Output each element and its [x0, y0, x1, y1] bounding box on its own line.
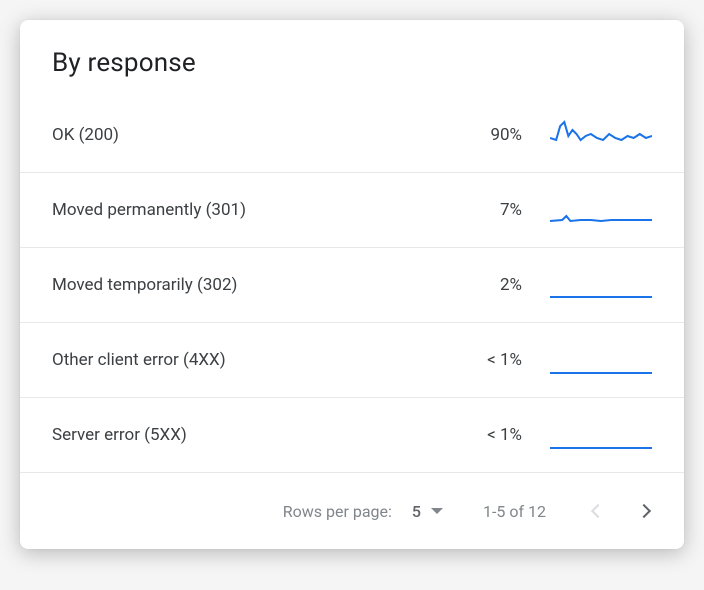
sparkline [550, 420, 652, 450]
row-value: < 1% [442, 425, 522, 445]
chevron-left-icon [591, 504, 605, 518]
row-value: 2% [442, 275, 522, 295]
table-row: Server error (5XX)< 1% [20, 397, 684, 472]
sparkline [550, 345, 652, 375]
row-label: Moved permanently (301) [52, 200, 442, 220]
card-title: By response [52, 48, 652, 78]
table-row: Moved permanently (301)7% [20, 172, 684, 247]
previous-page-button[interactable] [576, 491, 616, 531]
pagination-footer: Rows per page: 5 1-5 of 12 [20, 472, 684, 549]
row-label: Moved temporarily (302) [52, 275, 442, 295]
sparkline [550, 270, 652, 300]
rows-per-page-value: 5 [412, 502, 421, 521]
chevron-right-icon [637, 504, 651, 518]
table-row: Other client error (4XX)< 1% [20, 322, 684, 397]
rows-container: OK (200)90%Moved permanently (301)7%Move… [20, 98, 684, 472]
rows-per-page-select[interactable]: 5 [412, 502, 443, 521]
table-row: Moved temporarily (302)2% [20, 247, 684, 322]
row-value: < 1% [442, 350, 522, 370]
row-value: 7% [442, 200, 522, 220]
card-header: By response [20, 20, 684, 98]
table-row: OK (200)90% [20, 98, 684, 172]
next-page-button[interactable] [626, 491, 666, 531]
sparkline [550, 120, 652, 150]
rows-per-page-label: Rows per page: [283, 502, 392, 521]
response-card: By response OK (200)90%Moved permanently… [20, 20, 684, 549]
row-label: Server error (5XX) [52, 425, 442, 445]
chevron-down-icon [431, 508, 443, 514]
row-label: OK (200) [52, 125, 442, 145]
sparkline [550, 195, 652, 225]
row-label: Other client error (4XX) [52, 350, 442, 370]
pagination-range: 1-5 of 12 [483, 502, 546, 521]
row-value: 90% [442, 125, 522, 145]
